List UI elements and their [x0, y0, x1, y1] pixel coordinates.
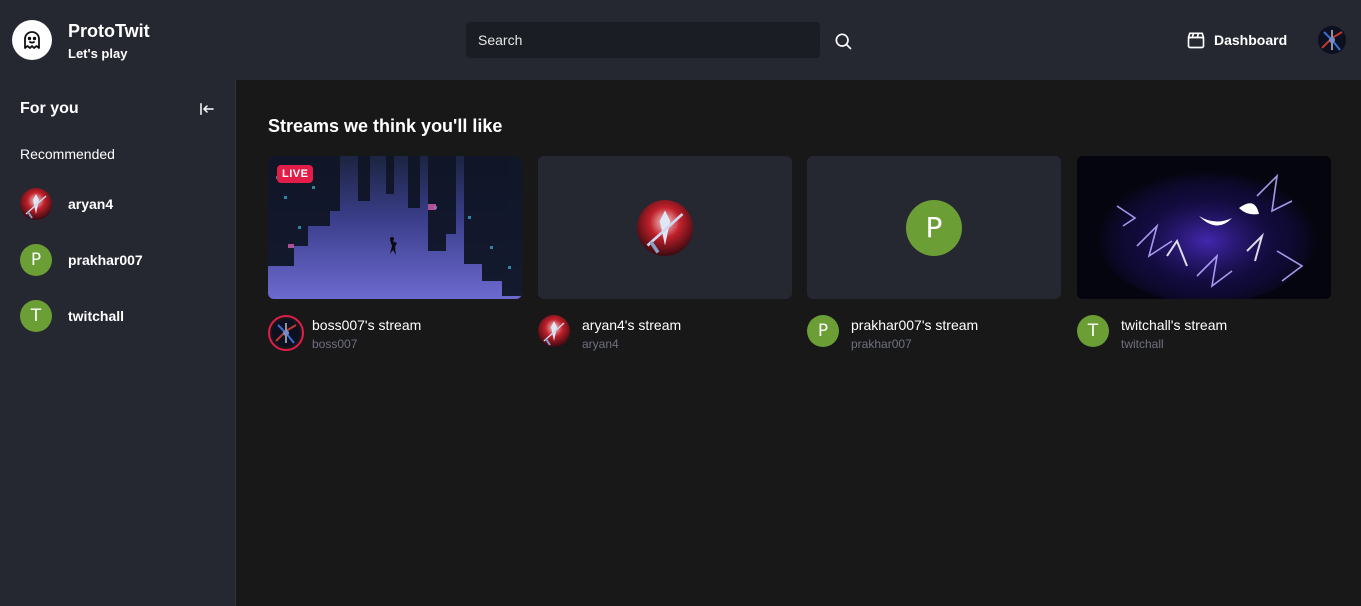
stream-thumbnail[interactable]: [1077, 156, 1331, 299]
sidebar-title: For you: [20, 100, 79, 117]
stream-thumbnail[interactable]: P: [807, 156, 1061, 299]
sidebar-item-label: twitchall: [68, 308, 125, 324]
ghost-icon: [24, 31, 40, 49]
sidebar-item-twitchall[interactable]: T twitchall: [20, 299, 216, 333]
stream-username: aryan4: [582, 337, 619, 351]
stream-thumbnail[interactable]: LIVE: [268, 156, 522, 299]
stream-info: T twitchall's stream twitchall: [1077, 315, 1331, 365]
search-icon: [835, 33, 852, 50]
sidebar-item-prakhar007[interactable]: P prakhar007: [20, 243, 216, 277]
avatar: [20, 188, 52, 220]
clapperboard-icon: [1187, 32, 1205, 49]
user-avatar-image: [1318, 26, 1346, 54]
recommended-label: Recommended: [20, 146, 115, 162]
search-button[interactable]: [830, 28, 856, 54]
stream-title[interactable]: aryan4's stream: [582, 317, 681, 333]
avatar[interactable]: P: [807, 315, 839, 347]
stream-card-prakhar007[interactable]: P P prakhar007's stream prakhar007: [807, 156, 1061, 365]
arrow-left-to-line-icon: [200, 103, 214, 115]
stream-card-aryan4[interactable]: aryan4's stream aryan4: [538, 156, 792, 365]
sidebar-item-label: prakhar007: [68, 252, 143, 268]
sidebar-item-aryan4[interactable]: aryan4: [20, 187, 216, 221]
stream-info: aryan4's stream aryan4: [538, 315, 792, 365]
page-title: Streams we think you'll like: [268, 116, 503, 136]
avatar[interactable]: T: [1077, 315, 1109, 347]
user-avatar[interactable]: [1318, 26, 1346, 54]
stream-username: prakhar007: [851, 337, 912, 351]
stream-card-boss007[interactable]: LIVE boss007's stream boss007: [268, 156, 522, 365]
stream-info: boss007's stream boss007: [268, 315, 522, 365]
top-navbar: ProtoTwit Let's play Dashboard: [0, 0, 1361, 80]
dashboard-button[interactable]: Dashboard: [1186, 28, 1287, 52]
app-title: ProtoTwit: [68, 21, 150, 41]
live-badge: LIVE: [277, 165, 314, 183]
stream-title[interactable]: prakhar007's stream: [851, 317, 978, 333]
sidebar: For you Recommended aryan4 P prakhar007 …: [0, 80, 236, 606]
avatar[interactable]: [268, 315, 304, 351]
search-input[interactable]: [466, 22, 820, 58]
stream-username: boss007: [312, 337, 358, 351]
collapse-sidebar-button[interactable]: [196, 98, 218, 120]
stream-info: P prakhar007's stream prakhar007: [807, 315, 1061, 365]
stream-title[interactable]: twitchall's stream: [1121, 317, 1227, 333]
dashboard-label: Dashboard: [1214, 32, 1288, 48]
ghost-monster-thumbnail-image: [1077, 156, 1331, 299]
avatar: T: [20, 300, 52, 332]
app-subtitle: Let's play: [68, 46, 128, 61]
stream-title[interactable]: boss007's stream: [312, 317, 421, 333]
logo[interactable]: [12, 20, 52, 60]
avatar[interactable]: [538, 315, 570, 347]
stream-card-twitchall[interactable]: T twitchall's stream twitchall: [1077, 156, 1331, 365]
avatar: P: [20, 244, 52, 276]
stream-thumbnail[interactable]: [538, 156, 792, 299]
avatar: P: [906, 199, 962, 256]
sidebar-item-label: aryan4: [68, 196, 114, 212]
stream-username: twitchall: [1121, 337, 1164, 351]
avatar: [637, 199, 693, 256]
